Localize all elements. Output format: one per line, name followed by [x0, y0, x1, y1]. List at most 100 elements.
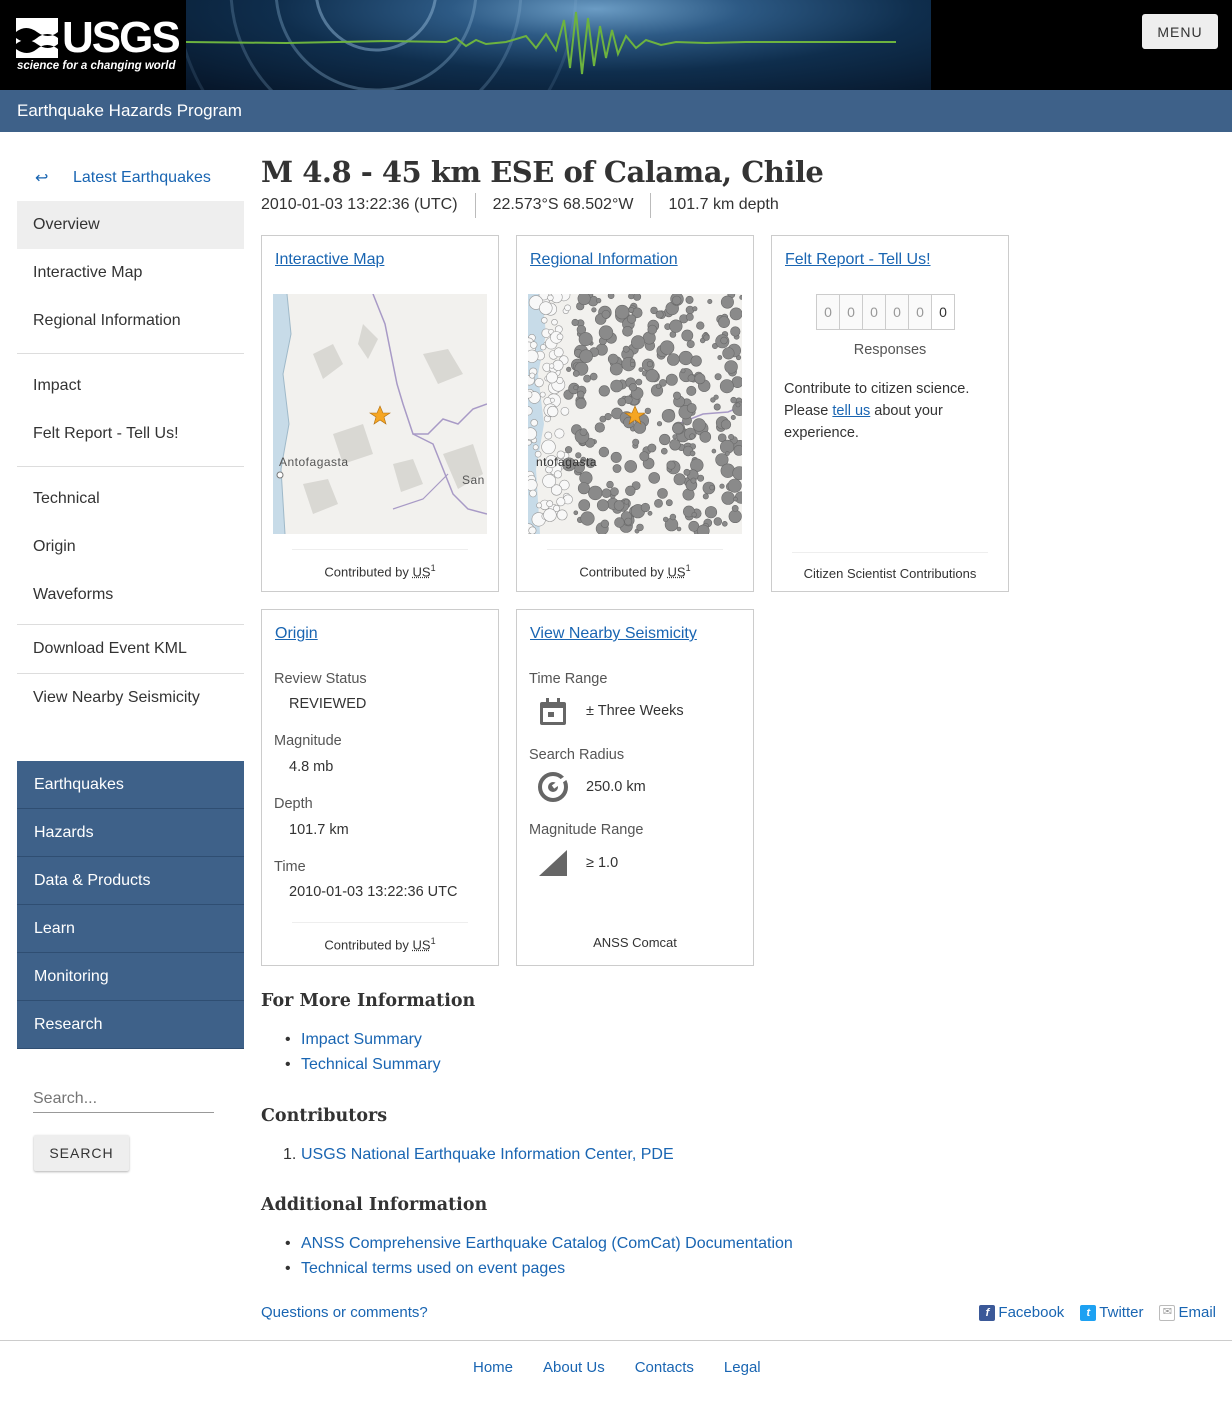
nearby-seismicity-link[interactable]: View Nearby Seismicity	[530, 625, 697, 643]
quake-marker	[596, 298, 602, 304]
interactive-map-thumbnail[interactable]: Antofagasta San	[273, 294, 487, 534]
felt-description: Contribute to citizen science. Please te…	[784, 378, 994, 444]
footer-home-link[interactable]: Home	[473, 1359, 513, 1376]
quake-marker	[540, 344, 547, 351]
site-nav-research[interactable]: Research	[17, 1001, 244, 1049]
quake-marker	[728, 434, 735, 441]
nav-item-download-kml[interactable]: Download Event KML	[17, 625, 244, 673]
site-nav-monitoring[interactable]: Monitoring	[17, 953, 244, 1001]
quake-marker	[564, 446, 573, 454]
felt-report-card[interactable]: Felt Report - Tell Us! 0 0 0 0 0 0 Respo…	[771, 235, 1009, 592]
quake-marker	[628, 383, 638, 392]
origin-card[interactable]: Origin Review Status REVIEWED Magnitude …	[261, 609, 499, 966]
nav-item-waveforms[interactable]: Waveforms	[17, 571, 244, 619]
quake-marker	[564, 304, 571, 312]
more-info-heading: For More Information	[261, 991, 476, 1011]
latest-earthquakes-label: Latest Earthquakes	[73, 169, 211, 186]
tell-us-link[interactable]: tell us	[832, 403, 870, 419]
quake-marker	[629, 361, 636, 368]
quake-marker	[614, 517, 625, 528]
quake-marker	[719, 483, 725, 489]
contributed-by-label: Contributed by	[324, 564, 409, 580]
nav-item-regional-information[interactable]: Regional Information	[17, 297, 244, 345]
latest-earthquakes-link[interactable]: ↩ Latest Earthquakes	[17, 155, 244, 201]
contributor-link[interactable]: USGS National Earthquake Information Cen…	[301, 1146, 674, 1163]
interactive-map-link[interactable]: Interactive Map	[275, 251, 384, 269]
nearby-seismicity-card[interactable]: View Nearby Seismicity Time Range ± Thre…	[516, 609, 754, 966]
event-title: M 4.8 - 45 km ESE of Calama, Chile	[261, 155, 824, 189]
counter-digit: 0	[908, 294, 932, 330]
program-title[interactable]: Earthquake Hazards Program	[17, 101, 242, 121]
response-counter: 0 0 0 0 0 0	[816, 294, 955, 330]
site-nav-learn[interactable]: Learn	[17, 905, 244, 953]
regional-map-thumbnail[interactable]: ntofagasta	[528, 294, 742, 534]
facebook-share[interactable]: f Facebook	[979, 1304, 1064, 1321]
usgs-logo[interactable]: USGS science for a changing world	[0, 0, 186, 90]
technical-summary-link[interactable]: Technical Summary	[301, 1056, 441, 1073]
quake-marker	[711, 448, 717, 454]
quake-marker	[694, 373, 706, 385]
quake-marker	[645, 368, 659, 383]
menu-button[interactable]: MENU	[1142, 14, 1218, 49]
quake-marker	[692, 418, 706, 432]
quake-marker	[547, 294, 554, 302]
list-item: ANSS Comprehensive Earthquake Catalog (C…	[285, 1235, 793, 1260]
nav-item-nearby-seismicity[interactable]: View Nearby Seismicity	[17, 674, 244, 722]
search-button[interactable]: SEARCH	[34, 1135, 129, 1171]
quake-marker	[678, 350, 693, 366]
twitter-link[interactable]: Twitter	[1099, 1304, 1143, 1321]
contributor-ref[interactable]: 1	[431, 563, 436, 573]
quake-marker	[578, 332, 593, 347]
questions-link[interactable]: Questions or comments?	[261, 1304, 428, 1321]
counter-digit: 0	[839, 294, 863, 330]
contributor-ref[interactable]: 1	[431, 936, 436, 946]
site-nav-earthquakes[interactable]: Earthquakes	[17, 761, 244, 809]
footer-contacts-link[interactable]: Contacts	[635, 1359, 694, 1376]
impact-summary-link[interactable]: Impact Summary	[301, 1031, 422, 1048]
site-nav-data-products[interactable]: Data & Products	[17, 857, 244, 905]
site-nav-hazards[interactable]: Hazards	[17, 809, 244, 857]
site-footer: Home About Us Contacts Legal	[0, 1340, 1232, 1376]
quake-marker	[703, 334, 710, 341]
footer-legal-link[interactable]: Legal	[724, 1359, 761, 1376]
email-share[interactable]: ✉ Email	[1159, 1304, 1216, 1321]
quake-marker	[729, 307, 742, 321]
email-link[interactable]: Email	[1178, 1304, 1216, 1321]
contributor-abbr: US	[412, 937, 431, 953]
nav-item-impact[interactable]: Impact	[17, 362, 244, 410]
facebook-link[interactable]: Facebook	[998, 1304, 1064, 1321]
origin-link[interactable]: Origin	[275, 625, 318, 643]
facebook-icon: f	[979, 1304, 996, 1321]
nav-item-interactive-map[interactable]: Interactive Map	[17, 249, 244, 297]
quake-marker	[529, 489, 537, 498]
nav-item-origin[interactable]: Origin	[17, 523, 244, 571]
footer-about-link[interactable]: About Us	[543, 1359, 605, 1376]
felt-report-link[interactable]: Felt Report - Tell Us!	[785, 251, 931, 269]
quake-marker	[552, 359, 564, 371]
seismicity-map-graphic	[528, 294, 742, 534]
quake-marker	[661, 409, 676, 423]
map-graphic	[273, 294, 487, 534]
header-banner	[186, 0, 931, 90]
quake-marker	[589, 372, 598, 381]
technical-terms-link[interactable]: Technical terms used on event pages	[301, 1260, 565, 1277]
contributor-ref[interactable]: 1	[686, 563, 691, 573]
counter-digit: 0	[862, 294, 886, 330]
quake-marker	[534, 377, 544, 388]
regional-info-link[interactable]: Regional Information	[530, 251, 678, 269]
quake-marker	[631, 335, 646, 350]
card-contributor: Contributed by US1	[547, 549, 723, 579]
quake-marker	[687, 374, 696, 382]
quake-marker	[683, 468, 691, 476]
quake-marker	[601, 309, 611, 319]
nav-item-overview[interactable]: Overview	[17, 201, 244, 249]
nav-item-felt-report[interactable]: Felt Report - Tell Us!	[17, 410, 244, 458]
search-input[interactable]	[33, 1085, 214, 1113]
interactive-map-card[interactable]: Interactive Map Antofagasta San Contribu…	[261, 235, 499, 592]
quake-marker	[661, 447, 668, 455]
quake-marker	[735, 402, 741, 408]
nav-item-technical[interactable]: Technical	[17, 475, 244, 523]
twitter-share[interactable]: t Twitter	[1080, 1304, 1143, 1321]
regional-info-card[interactable]: Regional Information ntofagasta Contribu…	[516, 235, 754, 592]
comcat-docs-link[interactable]: ANSS Comprehensive Earthquake Catalog (C…	[301, 1235, 793, 1252]
